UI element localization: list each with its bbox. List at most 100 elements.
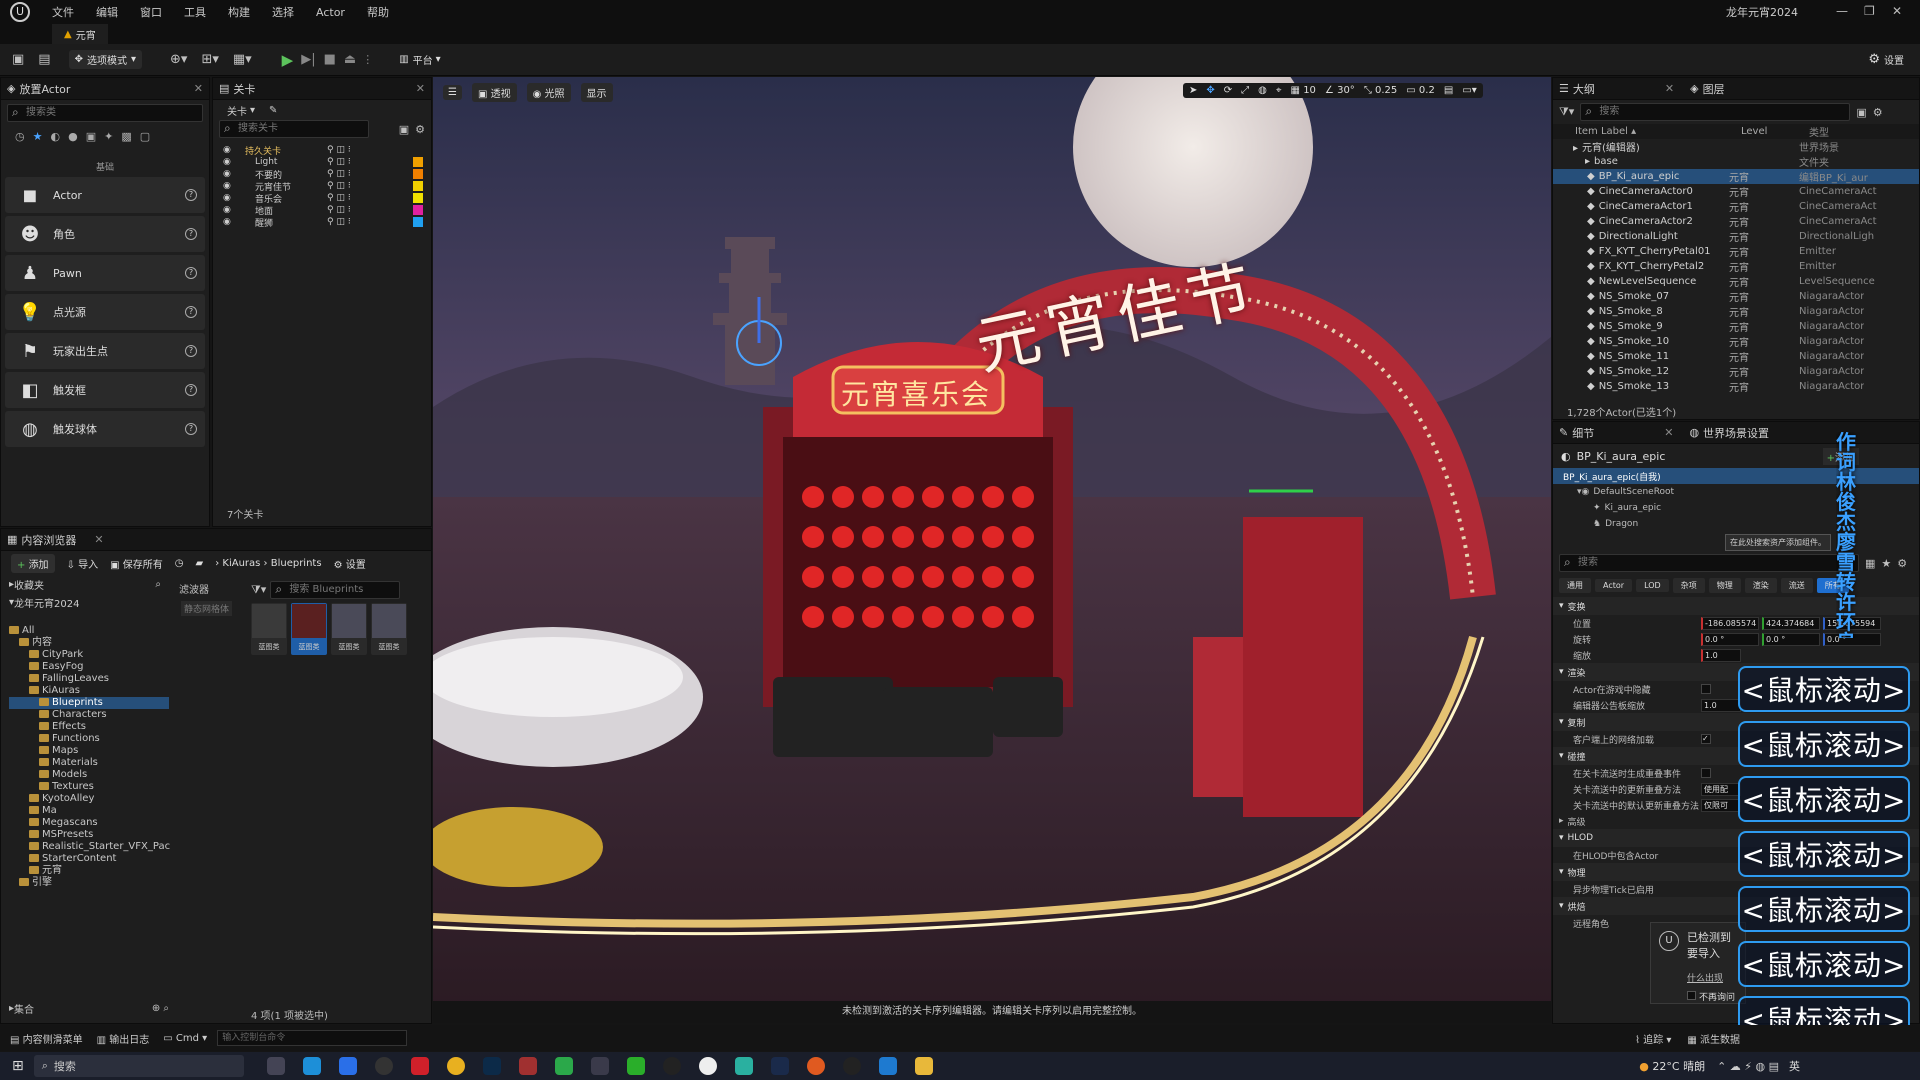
- filter-chip[interactable]: 静态网格体: [181, 601, 233, 616]
- lock-icon[interactable]: ⚲ ◫ ⁝: [327, 205, 351, 215]
- eye-icon[interactable]: ◉: [223, 193, 239, 203]
- folder-item[interactable]: 引擎: [9, 877, 169, 889]
- level-tab[interactable]: ▲ 元宵: [52, 24, 108, 44]
- asset-tile[interactable]: 蓝图类: [251, 603, 287, 655]
- save-all-button[interactable]: ▣ 保存所有: [110, 556, 163, 571]
- scale-dropdown[interactable]: 缩放: [1573, 649, 1701, 662]
- col-type[interactable]: 类型: [1799, 124, 1829, 139]
- save-icon[interactable]: ▣: [12, 52, 24, 67]
- lock-icon[interactable]: ⚲ ◫ ⁝: [327, 217, 351, 227]
- play-options-icon[interactable]: ⋮: [362, 53, 373, 66]
- pencil-icon[interactable]: ✎: [269, 105, 277, 116]
- app-figure-icon[interactable]: [518, 1057, 537, 1075]
- surface-snap-icon[interactable]: ⌖: [1276, 85, 1282, 96]
- epic-icon[interactable]: [662, 1057, 681, 1075]
- level-row[interactable]: ◉ 地面 ⚲ ◫ ⁝: [223, 204, 431, 217]
- help-icon[interactable]: ?: [185, 384, 197, 396]
- help-icon[interactable]: ?: [185, 228, 197, 240]
- dont-ask-row[interactable]: 不再询问: [1687, 990, 1741, 1003]
- eject-icon[interactable]: ⏏: [344, 52, 356, 67]
- close-icon[interactable]: ✕: [1665, 82, 1674, 95]
- folder-item[interactable]: Effects: [9, 721, 169, 733]
- folder-item[interactable]: Characters: [9, 709, 169, 721]
- close-icon[interactable]: ✕: [1664, 426, 1673, 439]
- folder-item[interactable]: EasyFog: [9, 661, 169, 673]
- gear-icon[interactable]: ⚙: [1873, 106, 1883, 119]
- billboard-field[interactable]: 1.0: [1701, 698, 1741, 712]
- asset-tile[interactable]: 蓝图类: [291, 603, 327, 655]
- lock-icon[interactable]: ⚲ ◫ ⁝: [327, 157, 351, 167]
- location-dropdown[interactable]: 位置: [1573, 617, 1701, 630]
- default-overlap-dropdown[interactable]: 仅限可: [1701, 798, 1741, 812]
- save-icon[interactable]: ▣: [399, 123, 409, 136]
- app-green-icon[interactable]: [554, 1057, 573, 1075]
- close-icon[interactable]: ✕: [94, 533, 103, 546]
- task-view-icon[interactable]: [266, 1057, 285, 1075]
- angle-snap[interactable]: ∠ 30°: [1325, 85, 1355, 96]
- outliner-row[interactable]: ◆ NS_Smoke_9 元宵 NiagaraActor: [1553, 319, 1919, 334]
- folder-item[interactable]: Models: [9, 769, 169, 781]
- edge-icon[interactable]: [302, 1057, 321, 1075]
- camera-speed[interactable]: ▭ 0.2: [1406, 85, 1435, 96]
- content-drawer-button[interactable]: ▤ 内容侧滑菜单: [10, 1031, 83, 1046]
- rotation-y[interactable]: 0.0 °: [1762, 632, 1820, 646]
- details-filter-tab[interactable]: LOD: [1636, 579, 1669, 592]
- cinematics-icon[interactable]: ▦▾: [233, 52, 252, 67]
- taskbar-search[interactable]: ⌕ 搜索: [33, 1055, 244, 1077]
- outliner-row[interactable]: ◆ DirectionalLight 元宵 DirectionalLigh: [1553, 229, 1919, 244]
- maximize-viewport-icon[interactable]: ▭▾: [1462, 85, 1476, 96]
- level-row[interactable]: ◉ 音乐会 ⚲ ◫ ⁝: [223, 192, 431, 205]
- rotation-dropdown[interactable]: 旋转: [1573, 633, 1701, 646]
- details-filter-tab[interactable]: 杂项: [1672, 578, 1705, 593]
- lock-icon[interactable]: ⚲ ◫ ⁝: [327, 181, 351, 191]
- add-icon[interactable]: ▣: [1856, 106, 1866, 119]
- level-row[interactable]: ◉ Light ⚲ ◫ ⁝: [223, 156, 431, 168]
- scale-icon[interactable]: ⤢: [1241, 85, 1249, 96]
- close-icon[interactable]: ✕: [1892, 4, 1912, 18]
- shapes-icon[interactable]: ●: [68, 130, 78, 143]
- perspective-button[interactable]: ▣ 透视: [471, 83, 517, 102]
- layers-tab[interactable]: 图层: [1703, 81, 1725, 97]
- add-collection-icon[interactable]: ⊕ ⌕: [152, 1003, 169, 1014]
- component-root[interactable]: ▾◉ DefaultSceneRoot: [1553, 484, 1919, 500]
- layout-icon[interactable]: ▤: [1444, 85, 1453, 96]
- maximize-icon[interactable]: ❐: [1864, 4, 1892, 18]
- place-item[interactable]: ◍ 触发球体?: [5, 411, 205, 447]
- asset-tile[interactable]: 蓝图类: [371, 603, 407, 655]
- help-icon[interactable]: ?: [185, 267, 197, 279]
- history-icon[interactable]: ◷: [175, 558, 184, 569]
- viewport[interactable]: 元宵佳节 元宵喜乐会 ☰ ▣ 透视 ◉ 光照 显示 ➤ ✥ ⟳ ⤢ ◍ ⌖ ▦ 10 ∠ …: [433, 77, 1551, 1023]
- app-m-icon[interactable]: [734, 1057, 753, 1075]
- eye-icon[interactable]: ◉: [223, 169, 239, 179]
- close-icon[interactable]: ✕: [416, 82, 425, 95]
- asset-search[interactable]: 搜索 Blueprints: [270, 581, 401, 599]
- folder-item[interactable]: KyotoAlley: [9, 793, 169, 805]
- levels-search[interactable]: 搜索关卡: [219, 120, 369, 138]
- app-clock-icon[interactable]: [842, 1057, 861, 1075]
- recent-icon[interactable]: ◷: [15, 130, 25, 143]
- folder-item[interactable]: Realistic_Starter_VFX_Pac: [9, 841, 170, 853]
- outliner-row[interactable]: ◆ FX_KYT_CherryPetal2 元宵 Emitter: [1553, 259, 1919, 274]
- level-row[interactable]: ◉ 醒狮 ⚲ ◫ ⁝: [223, 216, 431, 229]
- youdao-icon[interactable]: [410, 1057, 429, 1075]
- col-label[interactable]: Item Label ▴: [1553, 126, 1729, 137]
- content-icon[interactable]: ▤: [38, 52, 50, 67]
- hidden-in-game-checkbox[interactable]: [1701, 684, 1711, 694]
- app-k-icon[interactable]: [338, 1057, 357, 1075]
- outliner-row[interactable]: ◆ NS_Smoke_13 元宵 NiagaraActor: [1553, 379, 1919, 394]
- section-transform[interactable]: ▾ 变换: [1553, 597, 1919, 615]
- outliner-row[interactable]: ▸ base 文件夹: [1553, 154, 1919, 169]
- search-icon[interactable]: ⌕: [155, 579, 161, 590]
- help-icon[interactable]: ?: [185, 423, 197, 435]
- place-item[interactable]: ⚑ 玩家出生点?: [5, 333, 205, 369]
- folder-icon[interactable]: ▰: [196, 558, 204, 569]
- outliner-row[interactable]: ◆ CineCameraActor2 元宵 CineCameraAct: [1553, 214, 1919, 229]
- trace-button[interactable]: ⌇ 追踪 ▾: [1635, 1031, 1671, 1046]
- eye-icon[interactable]: ◉: [223, 205, 239, 215]
- collections-row[interactable]: ▸ 集合 ⊕ ⌕: [9, 1001, 169, 1016]
- menu-select[interactable]: 选择: [272, 4, 294, 20]
- import-button[interactable]: ⇩ 导入: [67, 556, 99, 571]
- menu-file[interactable]: 文件: [52, 4, 74, 20]
- unreal-logo-icon[interactable]: U: [10, 2, 30, 22]
- details-title[interactable]: 细节: [1572, 425, 1594, 441]
